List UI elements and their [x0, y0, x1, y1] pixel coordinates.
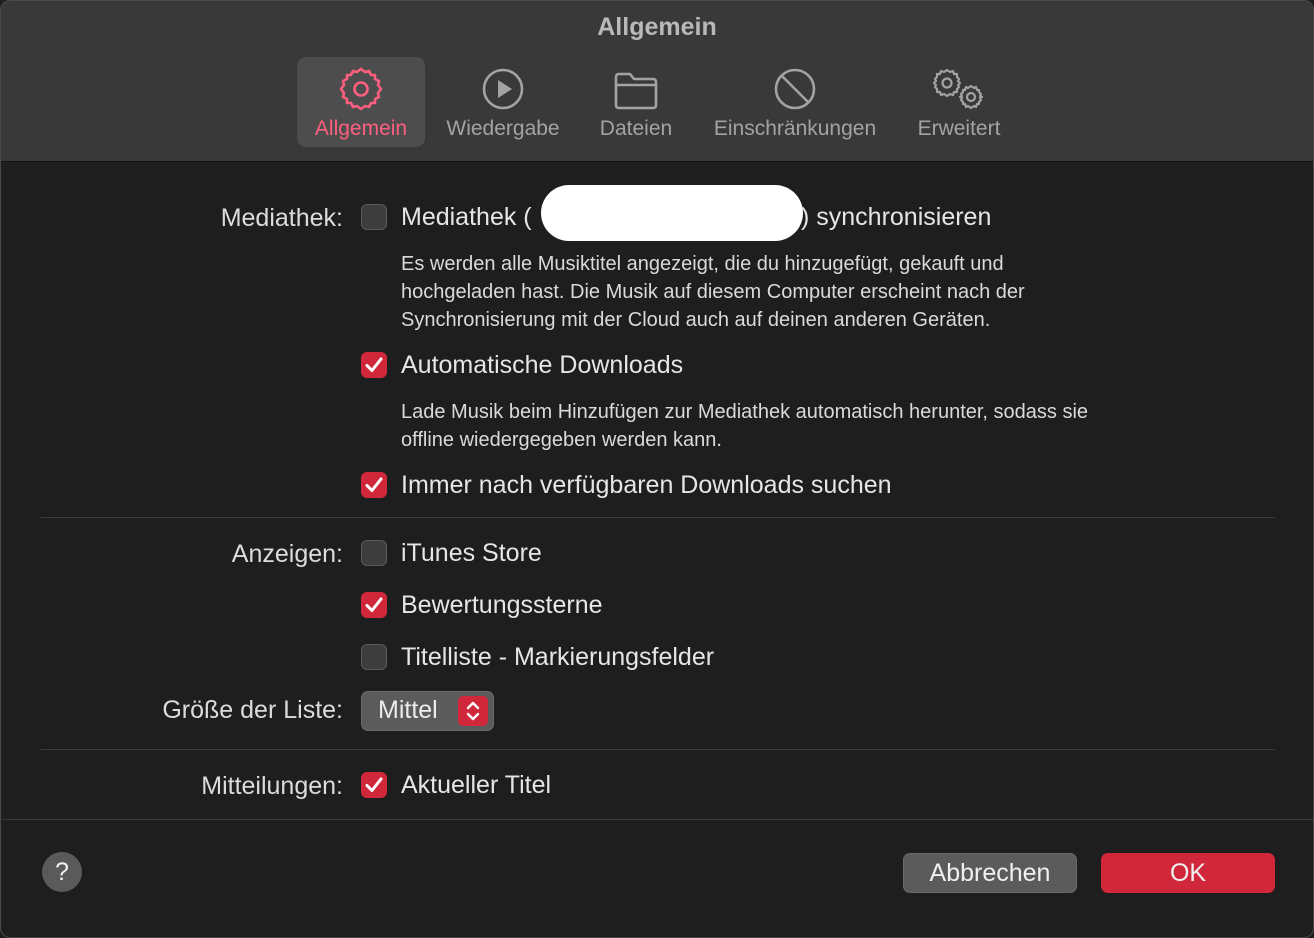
list-size-select[interactable]: Mittel [361, 691, 494, 731]
sync-library-label-prefix: Mediathek ( [401, 203, 532, 231]
auto-downloads-checkbox[interactable] [361, 352, 387, 378]
sync-library-checkbox[interactable] [361, 204, 387, 230]
help-button[interactable]: ? [42, 852, 82, 892]
footer-divider [1, 819, 1313, 820]
auto-downloads-label: Automatische Downloads [401, 351, 684, 379]
sync-library-description: Es werden alle Musiktitel angezeigt, die… [401, 253, 1025, 331]
divider [41, 749, 1275, 750]
gear-icon [339, 65, 383, 111]
toolbar: Allgemein Allgemein Wiedergabe Dateien E… [1, 1, 1313, 162]
tab-advanced[interactable]: Erweitert [907, 57, 1011, 147]
now-playing-label: Aktueller Titel [401, 771, 552, 799]
chevron-up-down-icon [458, 696, 488, 726]
prohibited-icon [773, 65, 817, 111]
list-size-value: Mittel [378, 696, 438, 724]
star-ratings-checkbox[interactable] [361, 592, 387, 618]
tab-files[interactable]: Dateien [589, 57, 683, 147]
tab-advanced-label: Erweitert [917, 117, 1001, 140]
ok-button[interactable]: OK [1101, 853, 1275, 893]
tab-restrictions-label: Einschränkungen [713, 117, 877, 140]
tab-playback-label: Wiedergabe [446, 117, 560, 140]
auto-downloads-description: Lade Musik beim Hinzufügen zur Mediathek… [401, 401, 1089, 451]
tab-files-label: Dateien [599, 117, 673, 140]
redacted-account-name [541, 185, 803, 241]
now-playing-checkbox[interactable] [361, 772, 387, 798]
song-checkboxes-label: Titelliste - Markierungsfelder [401, 643, 715, 671]
library-section-label: Mediathek: [220, 204, 343, 232]
itunes-store-label: iTunes Store [401, 539, 542, 567]
folder-icon [613, 65, 659, 111]
window-title: Allgemein [597, 13, 717, 41]
divider [41, 517, 1275, 518]
show-section-label: Anzeigen: [231, 540, 343, 568]
list-size-label: Größe der Liste: [162, 696, 343, 724]
tab-restrictions[interactable]: Einschränkungen [701, 57, 889, 147]
gears-icon [931, 65, 987, 111]
tab-general[interactable]: Allgemein [297, 57, 425, 147]
tab-playback[interactable]: Wiedergabe [437, 57, 569, 147]
play-circle-icon [481, 65, 525, 111]
notifications-section-label: Mitteilungen: [201, 772, 343, 800]
sync-library-label-suffix: ) synchronisieren [801, 203, 992, 231]
itunes-store-checkbox[interactable] [361, 540, 387, 566]
song-checkboxes-checkbox[interactable] [361, 644, 387, 670]
tab-general-label: Allgemein [314, 117, 408, 140]
cancel-button[interactable]: Abbrechen [903, 853, 1077, 893]
star-ratings-label: Bewertungssterne [401, 591, 603, 619]
check-downloads-label: Immer nach verfügbaren Downloads suchen [401, 471, 892, 499]
preferences-window: Allgemein Allgemein Wiedergabe Dateien E… [0, 0, 1314, 938]
check-downloads-checkbox[interactable] [361, 472, 387, 498]
